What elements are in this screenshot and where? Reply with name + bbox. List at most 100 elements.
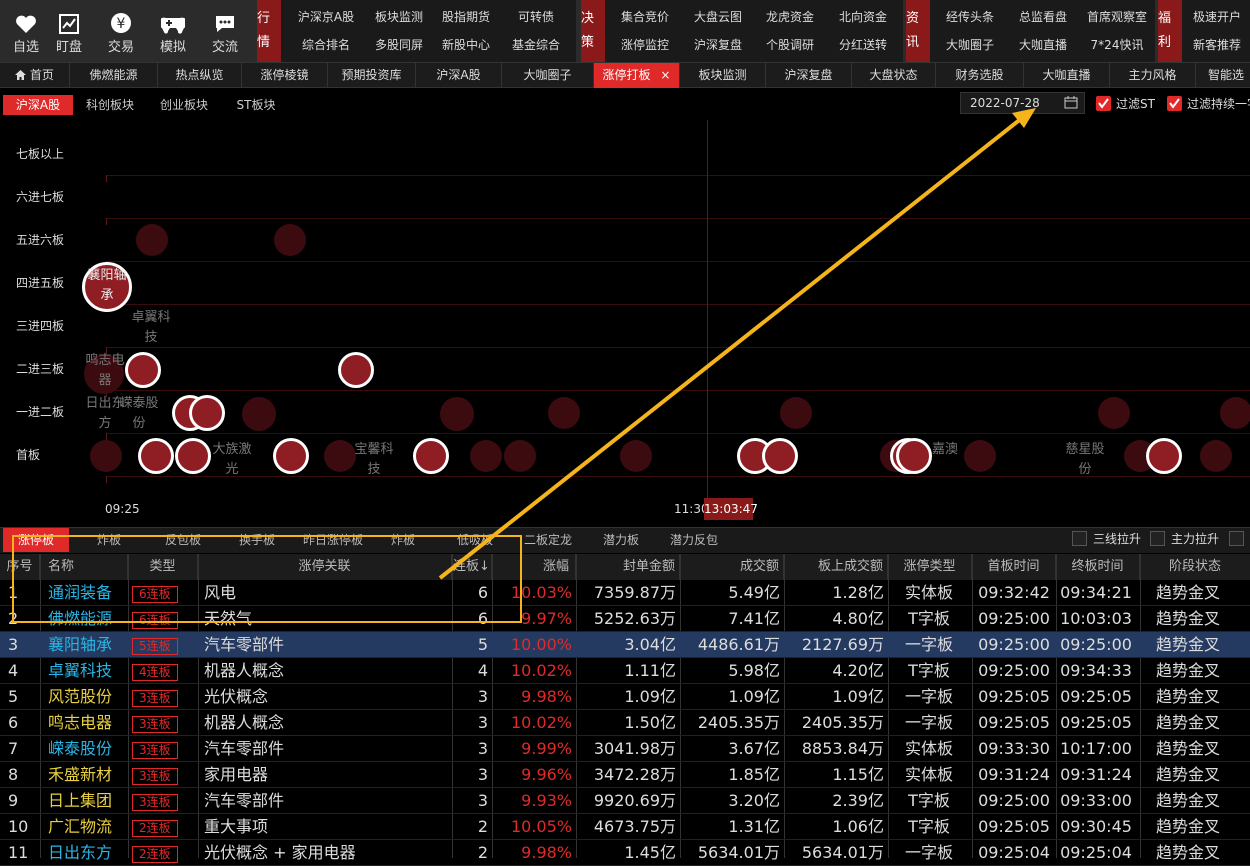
tab-item[interactable]: 板块监测 bbox=[680, 63, 766, 88]
tab-item[interactable]: 大咖直播 bbox=[1024, 63, 1110, 88]
change-pct: 10.05% bbox=[510, 817, 572, 836]
menu-item[interactable]: 分红送转 bbox=[828, 31, 898, 59]
nav-jiaoliu[interactable]: 交流 bbox=[199, 0, 251, 62]
table-row[interactable]: 9 日上集团 3连板 汽车零部件 3 9.93% 9920.69万 3.20亿 2.39亿 T字板… bbox=[0, 788, 1250, 814]
nav-dingpan[interactable]: 盯盘 bbox=[43, 0, 95, 62]
stock-bubble[interactable] bbox=[189, 395, 225, 431]
streak-badge: 4连板 bbox=[132, 658, 192, 684]
stock-bubble[interactable] bbox=[338, 352, 374, 388]
menu-item[interactable]: 集合竞价 bbox=[610, 3, 680, 31]
menu-item[interactable]: 总监看盘 bbox=[1005, 3, 1081, 31]
menu-item[interactable]: 基金综合 bbox=[501, 31, 571, 59]
list-tab[interactable]: 潜力反包 bbox=[660, 528, 728, 552]
menu-item[interactable]: 股指期货 bbox=[426, 3, 506, 31]
stock-name[interactable]: 襄阳轴承 bbox=[48, 632, 128, 658]
list-tab[interactable]: 二板定龙 bbox=[516, 528, 580, 552]
col-header[interactable]: 阶段状态 bbox=[1140, 554, 1250, 580]
market-tab[interactable]: ST板块 bbox=[225, 95, 287, 115]
stock-bubble[interactable] bbox=[1146, 438, 1182, 474]
stock-bubble[interactable] bbox=[762, 438, 798, 474]
tab-item[interactable]: 智能选 bbox=[1196, 63, 1250, 88]
stock-name[interactable]: 风范股份 bbox=[48, 684, 128, 710]
menu-item[interactable]: 经传头条 bbox=[932, 3, 1008, 31]
stock-name[interactable]: 鸣志电器 bbox=[48, 710, 128, 736]
menu-item[interactable]: 大盘云图 bbox=[683, 3, 753, 31]
nav-moni[interactable]: 模拟 bbox=[147, 0, 199, 62]
menu-item[interactable]: 新客推荐 bbox=[1182, 31, 1250, 59]
table-row[interactable]: 7 嵘泰股份 3连板 汽车零部件 3 9.99% 3041.98万 3.67亿 8853.84万… bbox=[0, 736, 1250, 762]
menu-item[interactable]: 首席观察室 bbox=[1079, 3, 1155, 31]
col-header[interactable]: 成交额 bbox=[680, 554, 784, 580]
first-limit-time: 09:32:42 bbox=[978, 583, 1050, 602]
menu-item[interactable]: 涨停监控 bbox=[610, 31, 680, 59]
tab-item[interactable]: 预期投资库 bbox=[328, 63, 416, 88]
change-pct: 9.99% bbox=[521, 739, 572, 758]
zhuli-checkbox[interactable] bbox=[1150, 531, 1165, 546]
menu-item[interactable]: 沪深京A股 bbox=[286, 3, 366, 31]
first-limit-time: 09:31:24 bbox=[978, 765, 1050, 784]
menu-item[interactable]: 可转债 bbox=[501, 3, 571, 31]
list-tab[interactable]: 潜力板 bbox=[590, 528, 652, 552]
stock-bubble[interactable] bbox=[413, 438, 449, 474]
menu-item[interactable]: 7*24快讯 bbox=[1079, 31, 1155, 59]
ghost-bubble bbox=[470, 440, 502, 472]
menu-item[interactable]: 沪深复盘 bbox=[683, 31, 753, 59]
market-tab[interactable]: 科创板块 bbox=[78, 95, 142, 115]
col-header[interactable]: 封单金额 bbox=[576, 554, 680, 580]
table-row[interactable]: 10 广汇物流 2连板 重大事项 2 10.05% 4673.75万 1.31亿 1.06亿 T字… bbox=[0, 814, 1250, 840]
col-header[interactable]: 首板时间 bbox=[972, 554, 1056, 580]
table-row[interactable]: 6 鸣志电器 3连板 机器人概念 3 10.02% 1.50亿 2405.35万 2405.35… bbox=[0, 710, 1250, 736]
sanxian-checkbox[interactable] bbox=[1072, 531, 1087, 546]
calendar-icon[interactable] bbox=[1064, 96, 1078, 109]
menu-item[interactable]: 新股中心 bbox=[426, 31, 506, 59]
stock-bubble[interactable] bbox=[138, 438, 174, 474]
nav-jiaoyi[interactable]: ¥ 交易 bbox=[95, 0, 147, 62]
home-icon bbox=[15, 70, 27, 80]
tab-item[interactable]: 主力风格 bbox=[1110, 63, 1196, 88]
tab-item[interactable]: 佛燃能源 bbox=[70, 63, 158, 88]
col-header[interactable]: 板上成交额 bbox=[784, 554, 888, 580]
market-tab[interactable]: 创业板块 bbox=[152, 95, 216, 115]
menu-item[interactable]: 个股调研 bbox=[755, 31, 825, 59]
stock-name[interactable]: 广汇物流 bbox=[48, 814, 128, 840]
filter-yizi-checkbox[interactable] bbox=[1167, 96, 1182, 111]
stock-bubble[interactable] bbox=[125, 352, 161, 388]
tab-active[interactable]: 涨停打板 × bbox=[594, 63, 680, 88]
col-header[interactable]: 终板时间 bbox=[1056, 554, 1140, 580]
tab-item[interactable]: 涨停棱镜 bbox=[242, 63, 328, 88]
stock-bubble[interactable] bbox=[175, 438, 211, 474]
stock-name[interactable]: 日出东方 bbox=[48, 840, 128, 866]
extra-checkbox[interactable] bbox=[1229, 531, 1244, 546]
col-header[interactable]: 涨停类型 bbox=[888, 554, 972, 580]
filter-st-checkbox[interactable] bbox=[1096, 96, 1111, 111]
menu-item[interactable]: 龙虎资金 bbox=[755, 3, 825, 31]
tab-item[interactable]: 沪深复盘 bbox=[766, 63, 852, 88]
stock-bubble[interactable] bbox=[273, 438, 309, 474]
stock-name[interactable]: 日上集团 bbox=[48, 788, 128, 814]
menu-group-hangqing: 沪深京A股 板块监测 股指期货 可转债 综合排名 多股同屏 新股中心 基金综合 bbox=[281, 0, 576, 62]
stock-name[interactable]: 嵘泰股份 bbox=[48, 736, 128, 762]
menu-item[interactable]: 大咖圈子 bbox=[932, 31, 1008, 59]
table-row[interactable]: 11 日出东方 2连板 光伏概念 + 家用电器 2 9.98% 1.45亿 5634.01万 5… bbox=[0, 840, 1250, 866]
tab-item[interactable]: 大盘状态 bbox=[852, 63, 936, 88]
tab-item[interactable]: 热点纵览 bbox=[158, 63, 242, 88]
table-row[interactable]: 3 襄阳轴承 5连板 汽车零部件 5 10.00% 3.04亿 4486.61万 2127.69… bbox=[0, 632, 1250, 658]
stock-name[interactable]: 卓翼科技 bbox=[48, 658, 128, 684]
stock-name[interactable]: 禾盛新材 bbox=[48, 762, 128, 788]
menu-item[interactable]: 极速开户 bbox=[1182, 3, 1250, 31]
limit-type: 实体板 bbox=[904, 583, 953, 602]
menu-item[interactable]: 北向资金 bbox=[828, 3, 898, 31]
tab-item[interactable]: 财务选股 bbox=[936, 63, 1024, 88]
date-picker[interactable]: 2022-07-28 bbox=[960, 92, 1085, 114]
table-row[interactable]: 8 禾盛新材 3连板 家用电器 3 9.96% 3472.28万 1.85亿 1.15亿 实体板 0… bbox=[0, 762, 1250, 788]
menu-item[interactable]: 综合排名 bbox=[286, 31, 366, 59]
table-row[interactable]: 4 卓翼科技 4连板 机器人概念 4 10.02% 1.11亿 5.98亿 4.20亿 T字板 09… bbox=[0, 658, 1250, 684]
table-row[interactable]: 5 风范股份 3连板 光伏概念 3 9.98% 1.09亿 1.09亿 1.09亿 一字板 09:2… bbox=[0, 684, 1250, 710]
market-tab-active[interactable]: 沪深A股 bbox=[3, 95, 73, 115]
tab-home[interactable]: 首页 bbox=[0, 63, 70, 88]
tab-item[interactable]: 沪深A股 bbox=[416, 63, 502, 88]
menu-item[interactable]: 大咖直播 bbox=[1005, 31, 1081, 59]
tab-item[interactable]: 大咖圈子 bbox=[502, 63, 594, 88]
stage-status: 趋势金叉 bbox=[1155, 635, 1220, 654]
close-icon[interactable]: × bbox=[660, 68, 670, 82]
